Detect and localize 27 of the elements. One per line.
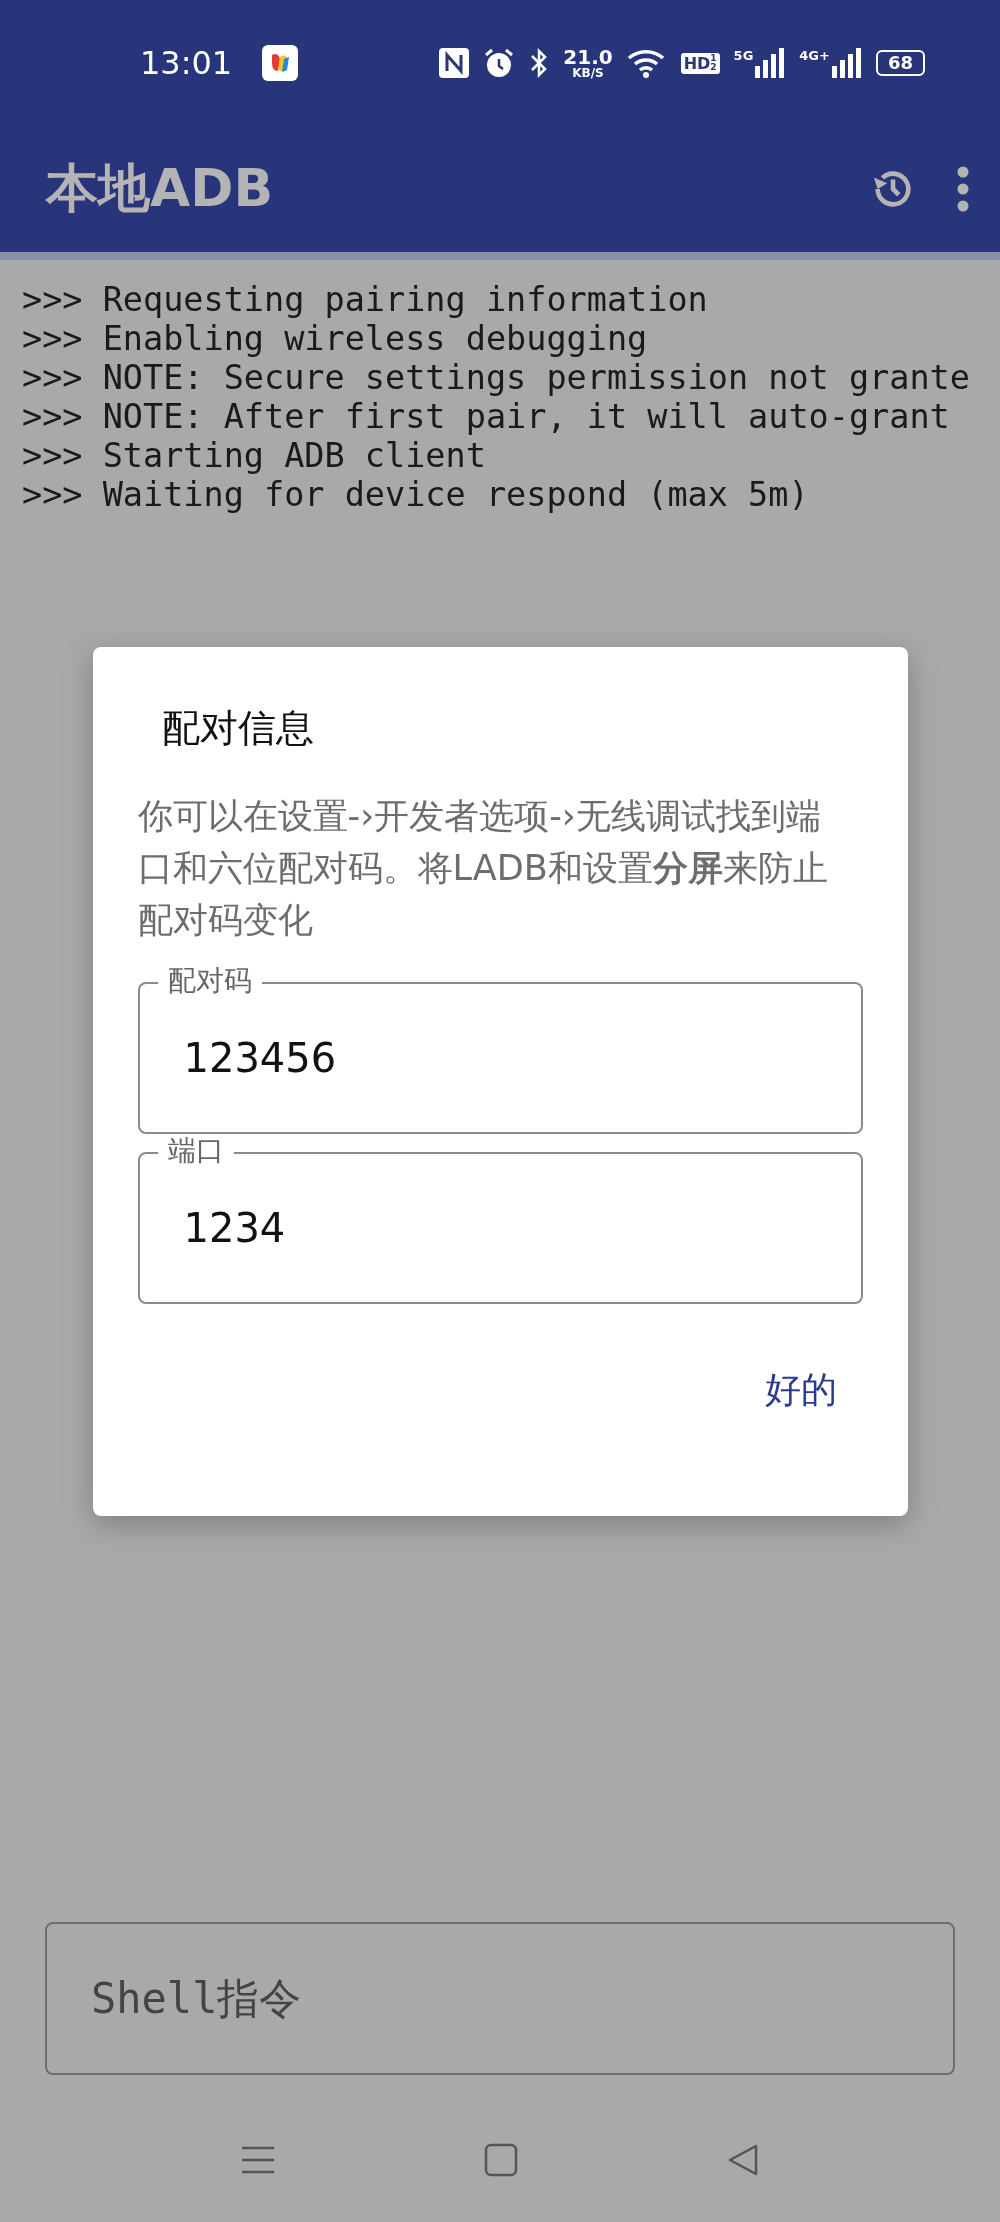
home-icon[interactable] [484, 2143, 518, 2177]
network-type-label: 4G+ [799, 48, 830, 63]
console-line: >>> NOTE: After first pair, it will auto-grant [22, 397, 951, 436]
dialog-title: 配对信息 [161, 705, 315, 752]
signal-icon [755, 48, 786, 78]
ok-button[interactable]: 好的 [760, 1362, 841, 1419]
status-time: 13:01 [140, 44, 233, 82]
wifi-icon [626, 47, 667, 79]
console-line: >>> NOTE: Secure settings permission not grante [22, 358, 971, 397]
dialog-message: 你可以在设置-›开发者选项-›无线调试找到端口和六位配对码。将LADB和设置分屏来防止配对码变化 [137, 795, 829, 942]
network-speed-unit: KB/S [572, 67, 604, 79]
battery-level: 68 [875, 50, 925, 76]
app-notification-icon [262, 45, 299, 81]
nfc-icon [439, 48, 470, 78]
signal-icon [831, 48, 862, 78]
console-line: >>> Enabling wireless debugging [22, 319, 649, 358]
back-icon[interactable] [726, 2143, 760, 2177]
console-line: >>> Requesting pairing information [22, 280, 709, 319]
console-line: >>> Waiting for device respond (max 5m) [22, 475, 810, 514]
menu-icon[interactable] [240, 2145, 276, 2175]
app-title: 本地ADB [46, 157, 274, 220]
shell-command-field[interactable]: Shell指令 [45, 1922, 955, 2075]
network-type-label: 5G [733, 48, 754, 63]
alarm-icon [483, 47, 516, 79]
more-options-button[interactable] [956, 166, 970, 212]
network-speed: 21.0 [563, 47, 613, 67]
console-line: >>> Starting ADB client [22, 436, 487, 475]
